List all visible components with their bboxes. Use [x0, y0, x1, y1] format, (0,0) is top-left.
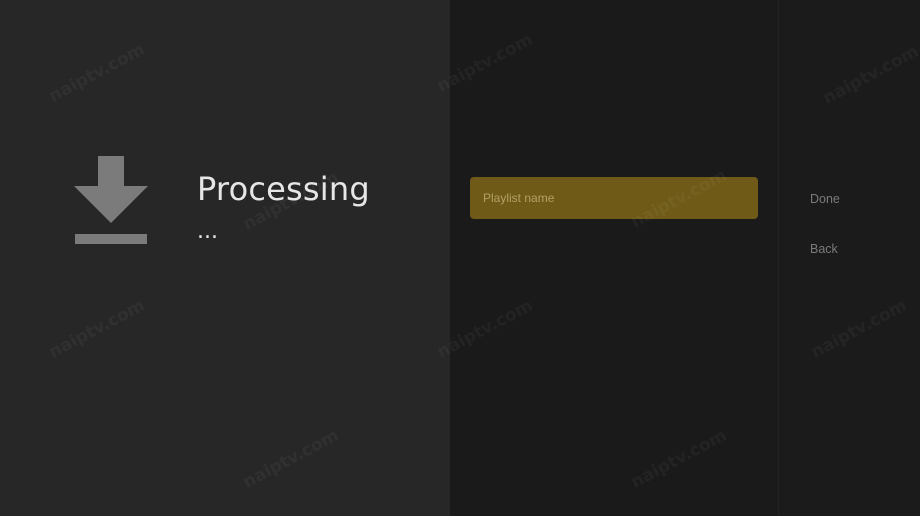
- download-icon: [74, 156, 148, 244]
- back-button[interactable]: Back: [810, 242, 838, 256]
- processing-panel: Processing ...: [0, 0, 450, 516]
- actions-panel: Done Back: [779, 0, 920, 516]
- playlist-name-input[interactable]: [470, 177, 758, 219]
- processing-screen: Processing ... Done Back naiptv.com naip…: [0, 0, 920, 516]
- processing-subtitle: ...: [197, 219, 218, 244]
- done-button[interactable]: Done: [810, 192, 840, 206]
- processing-title: Processing: [197, 170, 370, 208]
- playlist-form-panel: [450, 0, 778, 516]
